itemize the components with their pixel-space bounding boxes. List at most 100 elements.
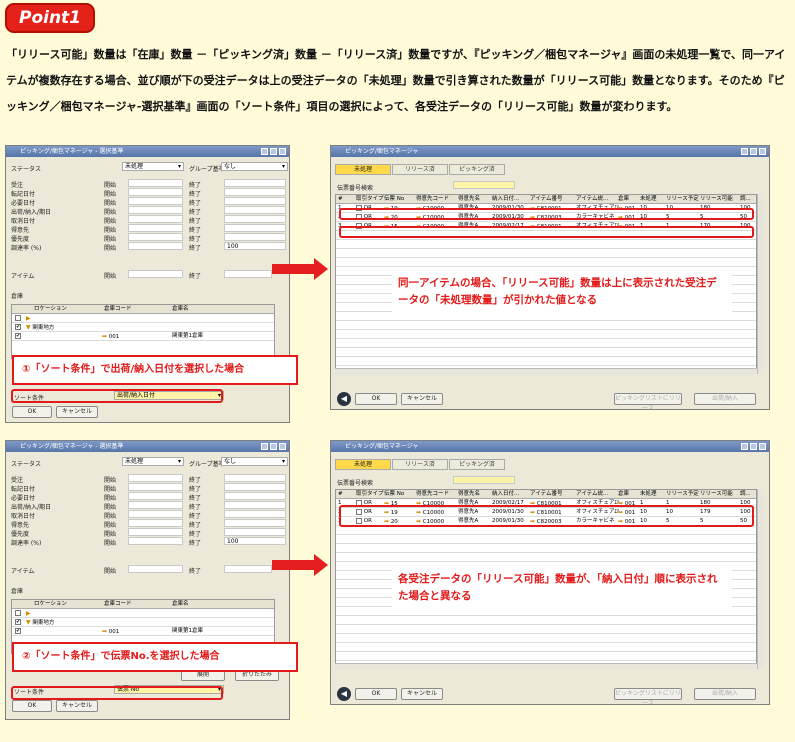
criteria-from-field[interactable]: [128, 528, 183, 536]
item-from-field[interactable]: [128, 270, 183, 278]
tab-open[interactable]: 未処理: [335, 164, 391, 175]
collapse-arrow-icon[interactable]: ▼: [26, 619, 31, 626]
grid-vertical-scrollbar[interactable]: [757, 489, 764, 669]
grid-header-cell[interactable]: 倉庫: [618, 195, 629, 204]
wh-checkbox[interactable]: ✔: [15, 627, 21, 634]
criteria-to-field[interactable]: 100: [224, 242, 286, 250]
cancel-button[interactable]: キャンセル: [401, 688, 443, 700]
release-to-pick-list-button[interactable]: ピッキングリストにリリース: [614, 393, 682, 409]
minimize-icon[interactable]: [741, 148, 748, 155]
grid-header-cell[interactable]: アイテム番号: [530, 195, 562, 204]
criteria-to-field[interactable]: [224, 528, 286, 536]
criteria-from-field[interactable]: [128, 483, 183, 491]
criteria-to-field[interactable]: [224, 188, 286, 196]
criteria-to-field[interactable]: [224, 179, 286, 187]
doc-search-field[interactable]: [453, 181, 515, 189]
grid-header-cell[interactable]: #: [338, 490, 343, 499]
doc-search-field[interactable]: [453, 476, 515, 484]
criteria-to-field[interactable]: [224, 501, 286, 509]
criteria-to-field[interactable]: [224, 519, 286, 527]
tab-released[interactable]: リリース済: [392, 459, 448, 470]
wh-row[interactable]: ▶: [12, 314, 274, 323]
grid-header-cell[interactable]: アイテム説...: [576, 195, 608, 204]
grid-header-cell[interactable]: 調...: [740, 195, 751, 204]
deliver-button[interactable]: 出荷/納入: [694, 393, 756, 405]
criteria-from-field[interactable]: [128, 242, 183, 250]
criteria-from-field[interactable]: [128, 224, 183, 232]
criteria-from-field[interactable]: [128, 510, 183, 518]
grid-header-cell[interactable]: 未処理: [640, 490, 657, 499]
grid-header-cell[interactable]: 調...: [740, 490, 751, 499]
expand-arrow-icon[interactable]: ▶: [26, 609, 31, 618]
grid-header-cell[interactable]: 伝票 No: [384, 195, 404, 204]
wh-checkbox[interactable]: [15, 609, 21, 616]
criteria-from-field[interactable]: [128, 206, 183, 214]
cancel-button[interactable]: キャンセル: [56, 700, 98, 712]
grid-header-cell[interactable]: 未処理: [640, 195, 657, 204]
item-from-field[interactable]: [128, 565, 183, 573]
criteria-from-field[interactable]: [128, 188, 183, 196]
grid-header-cell[interactable]: 取引タイプ: [356, 490, 384, 499]
criteria-from-field[interactable]: [128, 501, 183, 509]
status-select[interactable]: 未処理: [122, 457, 184, 466]
manager-title-bar[interactable]: ピッキング/梱包マネージャ: [331, 441, 769, 452]
collapse-arrow-icon[interactable]: ▼: [26, 324, 31, 331]
grid-horizontal-scrollbar[interactable]: [335, 663, 757, 670]
link-arrow-icon[interactable]: ➡: [102, 628, 107, 635]
grid-header-cell[interactable]: リリース可能: [700, 195, 733, 204]
criteria-to-field[interactable]: [224, 233, 286, 241]
wh-row[interactable]: ✔ ➡ 001 関東第1倉庫: [12, 627, 274, 636]
minimize-icon[interactable]: [261, 148, 268, 155]
cancel-button[interactable]: キャンセル: [401, 393, 443, 405]
maximize-icon[interactable]: [270, 148, 277, 155]
close-icon[interactable]: [279, 443, 286, 450]
criteria-to-field[interactable]: [224, 483, 286, 491]
criteria-from-field[interactable]: [128, 492, 183, 500]
grid-header-cell[interactable]: 納入日付...: [492, 195, 519, 204]
criteria-to-field[interactable]: 100: [224, 537, 286, 545]
tab-released[interactable]: リリース済: [392, 164, 448, 175]
grid-header-cell[interactable]: 納入日付...: [492, 490, 519, 499]
ok-button[interactable]: OK: [12, 700, 52, 712]
criteria-to-field[interactable]: [224, 206, 286, 214]
wh-checkbox[interactable]: ✔: [15, 332, 21, 339]
cancel-button[interactable]: キャンセル: [56, 406, 98, 418]
group-select[interactable]: なし: [221, 162, 288, 171]
criteria-from-field[interactable]: [128, 197, 183, 205]
criteria-to-field[interactable]: [224, 215, 286, 223]
criteria-to-field[interactable]: [224, 492, 286, 500]
minimize-icon[interactable]: [741, 443, 748, 450]
grid-horizontal-scrollbar[interactable]: [335, 368, 757, 375]
manager-title-bar[interactable]: ピッキング/梱包マネージャ: [331, 146, 769, 157]
grid-header-cell[interactable]: リリース可能: [700, 490, 733, 499]
wh-row[interactable]: ▶: [12, 609, 274, 618]
back-arrow-icon[interactable]: ◀: [337, 687, 351, 701]
close-icon[interactable]: [279, 148, 286, 155]
grid-header-cell[interactable]: 得意先名: [458, 195, 480, 204]
close-icon[interactable]: [759, 443, 766, 450]
wh-checkbox[interactable]: ✔: [15, 323, 21, 330]
grid-header-cell[interactable]: アイテム説...: [576, 490, 608, 499]
criteria-title-bar[interactable]: ピッキング/梱包マネージャ - 選択基準: [6, 146, 289, 157]
ok-button[interactable]: OK: [355, 393, 397, 405]
wh-row[interactable]: ✔ ▼ 関東地方: [12, 323, 274, 332]
criteria-to-field[interactable]: [224, 224, 286, 232]
item-to-field[interactable]: [224, 270, 272, 278]
criteria-from-field[interactable]: [128, 179, 183, 187]
ok-button[interactable]: OK: [12, 406, 52, 418]
tab-picked[interactable]: ピッキング済: [449, 164, 505, 175]
wh-row[interactable]: ✔ ▼ 関東地方: [12, 618, 274, 627]
wh-row[interactable]: ✔ ➡ 001 関東第1倉庫: [12, 332, 274, 341]
minimize-icon[interactable]: [261, 443, 268, 450]
item-to-field[interactable]: [224, 565, 272, 573]
grid-header-cell[interactable]: 得意先コード: [416, 490, 449, 499]
criteria-from-field[interactable]: [128, 233, 183, 241]
grid-header-cell[interactable]: #: [338, 195, 343, 204]
grid-header-cell[interactable]: 取引タイプ: [356, 195, 384, 204]
grid-header-cell[interactable]: 伝票 No: [384, 490, 404, 499]
grid-header-cell[interactable]: 倉庫: [618, 490, 629, 499]
maximize-icon[interactable]: [750, 148, 757, 155]
criteria-from-field[interactable]: [128, 537, 183, 545]
criteria-from-field[interactable]: [128, 215, 183, 223]
criteria-to-field[interactable]: [224, 510, 286, 518]
